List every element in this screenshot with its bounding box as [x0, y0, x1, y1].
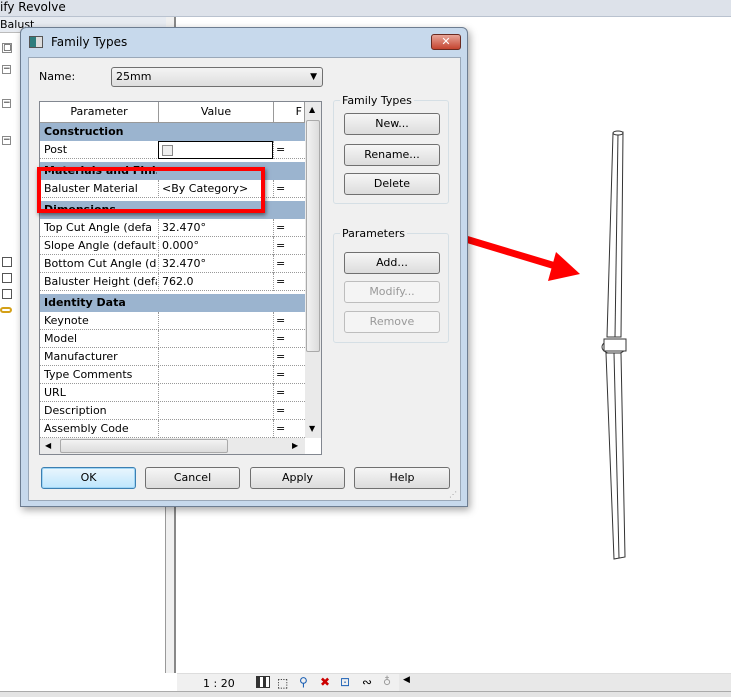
parameter-formula[interactable]: =: [273, 237, 285, 255]
parameter-formula[interactable]: =: [273, 273, 285, 291]
horizontal-scroll-thumb[interactable]: [60, 439, 228, 453]
delete-type-button[interactable]: Delete: [344, 173, 440, 195]
name-dropdown-value: 25mm: [116, 70, 152, 83]
parameter-name: Assembly Code: [44, 422, 129, 435]
rename-type-button[interactable]: Rename...: [344, 144, 440, 166]
parameter-row[interactable]: Manufacturer =: [40, 348, 305, 366]
parameter-value[interactable]: [158, 420, 273, 438]
parameter-formula[interactable]: =: [273, 420, 285, 438]
remove-parameter-button[interactable]: Remove: [344, 311, 440, 333]
parameter-formula[interactable]: =: [273, 255, 285, 273]
parameter-name: Post: [44, 143, 68, 156]
crop-view-icon[interactable]: ⊡: [340, 675, 350, 689]
parameter-name: Baluster Height (defa: [44, 275, 157, 288]
help-button[interactable]: Help: [354, 467, 450, 489]
dialog-body: Name: 25mm ▼ Parameter Value F Construct…: [28, 57, 461, 501]
parameter-name: Top Cut Angle (defa: [44, 221, 152, 234]
parameter-value[interactable]: 32.470°: [158, 255, 273, 273]
parameter-name: Model: [44, 332, 78, 345]
dialog-title: Family Types: [51, 35, 128, 49]
parameter-name: URL: [44, 386, 66, 399]
parameter-value[interactable]: [158, 366, 273, 384]
column-header-value[interactable]: Value: [159, 102, 274, 123]
parameter-formula[interactable]: =: [273, 402, 285, 420]
parameter-formula[interactable]: =: [273, 330, 285, 348]
parameter-row[interactable]: Slope Angle (default) 0.000° =: [40, 237, 305, 255]
parameter-value[interactable]: [158, 384, 273, 402]
parameters-group-label: Parameters: [340, 227, 407, 240]
parameter-row[interactable]: Description =: [40, 402, 305, 420]
reveal-hidden-icon[interactable]: ♁: [383, 675, 391, 688]
parameter-value[interactable]: [158, 348, 273, 366]
parameters-group: Parameters Add... Modify... Remove: [333, 227, 449, 343]
temporary-hide-icon[interactable]: ∾: [362, 675, 372, 689]
family-types-dialog: Family Types ✕ Name: 25mm ▼ Parameter Va…: [20, 27, 468, 507]
parameter-formula[interactable]: =: [273, 180, 285, 198]
group-header[interactable]: Identity Data: [40, 294, 305, 312]
parameter-value[interactable]: [158, 141, 273, 159]
apply-button[interactable]: Apply: [250, 467, 345, 489]
chevron-down-icon: ▼: [310, 72, 317, 82]
parameter-name: Bottom Cut Angle (d: [44, 257, 157, 270]
group-label: Construction: [44, 125, 124, 138]
add-parameter-button[interactable]: Add...: [344, 252, 440, 274]
parameter-name: Keynote: [44, 314, 89, 327]
cancel-button[interactable]: Cancel: [145, 467, 240, 489]
modify-parameter-button[interactable]: Modify...: [344, 281, 440, 303]
parameter-row[interactable]: Top Cut Angle (defa 32.470° =: [40, 219, 305, 237]
parameter-name: Manufacturer: [44, 350, 118, 363]
name-dropdown[interactable]: 25mm ▼: [111, 67, 323, 87]
name-label: Name:: [39, 70, 76, 83]
horizontal-scrollbar[interactable]: ◀: [399, 674, 731, 691]
parameter-value[interactable]: [158, 330, 273, 348]
parameter-formula[interactable]: =: [273, 141, 285, 159]
resize-grip-icon[interactable]: ⋰: [449, 490, 457, 499]
parameter-row[interactable]: Model =: [40, 330, 305, 348]
view-scale[interactable]: 1 : 20: [203, 677, 235, 690]
group-header[interactable]: Construction: [40, 123, 305, 141]
parameter-formula[interactable]: =: [273, 384, 285, 402]
checkbox[interactable]: [162, 145, 173, 156]
bottom-edge: [0, 691, 731, 697]
sun-path-icon[interactable]: ⚲: [299, 675, 308, 689]
parameter-formula[interactable]: =: [273, 312, 285, 330]
detail-level-icon[interactable]: [256, 676, 270, 688]
parameter-value[interactable]: 0.000°: [158, 237, 273, 255]
family-types-group: Family Types New... Rename... Delete: [333, 94, 449, 204]
parameter-name: Slope Angle (default): [44, 239, 157, 252]
vertical-scroll-thumb[interactable]: [306, 120, 320, 352]
family-types-group-label: Family Types: [340, 94, 414, 107]
parameter-row[interactable]: Baluster Height (defa 762.0 =: [40, 273, 305, 291]
visual-style-icon[interactable]: ⬚: [277, 676, 288, 690]
ok-button[interactable]: OK: [41, 467, 136, 489]
parameter-name: Type Comments: [44, 368, 133, 381]
parameter-grid: Parameter Value F Construction Post = Mater…: [39, 101, 322, 455]
parameter-row[interactable]: Assembly Code =: [40, 420, 305, 438]
parameter-row[interactable]: Type Comments =: [40, 366, 305, 384]
parameter-value[interactable]: [158, 402, 273, 420]
column-header-formula[interactable]: F: [274, 102, 305, 123]
parameter-row[interactable]: URL =: [40, 384, 305, 402]
parameter-name: Description: [44, 404, 107, 417]
group-label: Identity Data: [44, 296, 126, 309]
horizontal-scrollbar[interactable]: ◀ ▶: [40, 438, 305, 454]
close-button[interactable]: ✕: [431, 34, 461, 50]
vertical-scrollbar[interactable]: ▲ ▼: [305, 102, 321, 438]
new-type-button[interactable]: New...: [344, 113, 440, 135]
parameter-formula[interactable]: =: [273, 219, 285, 237]
highlight-box: [37, 167, 265, 213]
parameter-formula[interactable]: =: [273, 348, 285, 366]
parameter-value[interactable]: [158, 312, 273, 330]
view-control-bar: 1 : 20 ⬚ ⚲ ✖ ⊡ ∾ ♁ ◀: [177, 673, 731, 691]
column-header-parameter[interactable]: Parameter: [40, 102, 159, 123]
parameter-row[interactable]: Post =: [40, 141, 305, 159]
parameter-formula[interactable]: =: [273, 366, 285, 384]
parameter-row[interactable]: Bottom Cut Angle (d 32.470° =: [40, 255, 305, 273]
parameter-value[interactable]: 32.470°: [158, 219, 273, 237]
parameter-row[interactable]: Keynote =: [40, 312, 305, 330]
parameter-value[interactable]: 762.0: [158, 273, 273, 291]
dialog-app-icon: [29, 36, 43, 48]
shadows-icon[interactable]: ✖: [320, 675, 330, 689]
